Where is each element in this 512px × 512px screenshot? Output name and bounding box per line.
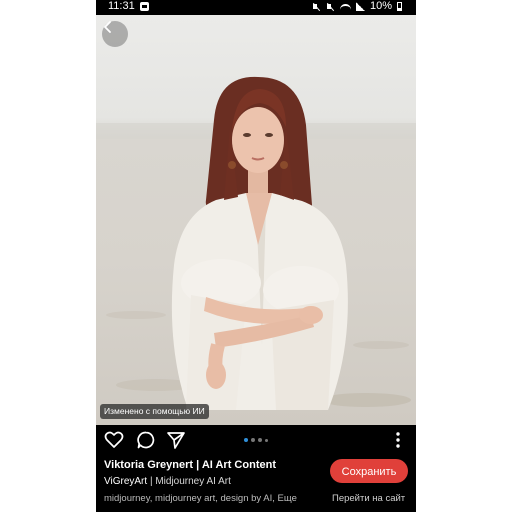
ai-modified-label: Изменено с помощью ИИ [100, 404, 209, 419]
status-bar: 11:31 10% [96, 0, 416, 14]
battery-percent: 10% [369, 0, 392, 12]
status-time: 11:31 [108, 0, 135, 12]
pagination-dot [251, 438, 255, 442]
more-options-icon[interactable] [388, 430, 408, 450]
status-icons: 10% [312, 0, 402, 13]
pagination-dot [258, 438, 262, 442]
author-board: | Midjourney AI Art [147, 476, 231, 487]
pin-actions [96, 428, 416, 452]
pin-tags[interactable]: midjourney, midjourney art, design by AI… [104, 493, 304, 504]
share-icon[interactable] [166, 430, 186, 450]
heart-icon[interactable] [104, 430, 124, 450]
pin-author[interactable]: ViGreyArt | Midjourney AI Art [104, 476, 231, 487]
wifi-icon [339, 3, 351, 10]
vibrate-off-icon [326, 2, 335, 11]
signal-icon [355, 2, 365, 11]
mute-icon [312, 2, 321, 11]
battery-icon [397, 2, 402, 11]
pin-image[interactable]: Изменено с помощью ИИ [96, 15, 416, 425]
phone-screen: 11:31 10% Изменено с помощью ИИ Viktoria… [96, 0, 416, 512]
pagination-dot-active [244, 438, 248, 442]
pin-title[interactable]: Viktoria Greynert | AI Art Content [104, 459, 276, 471]
author-name[interactable]: ViGreyArt [104, 476, 147, 487]
pin-photo-illustration [96, 76, 416, 410]
pagination-dot [265, 438, 268, 442]
back-button[interactable] [102, 21, 128, 47]
chevron-left-icon [104, 21, 111, 33]
image-pagination [244, 438, 268, 442]
save-button[interactable]: Сохранить [330, 459, 408, 483]
comment-icon[interactable] [136, 430, 156, 450]
visit-site-link[interactable]: Перейти на сайт [332, 493, 405, 504]
message-notification-icon [140, 2, 149, 11]
